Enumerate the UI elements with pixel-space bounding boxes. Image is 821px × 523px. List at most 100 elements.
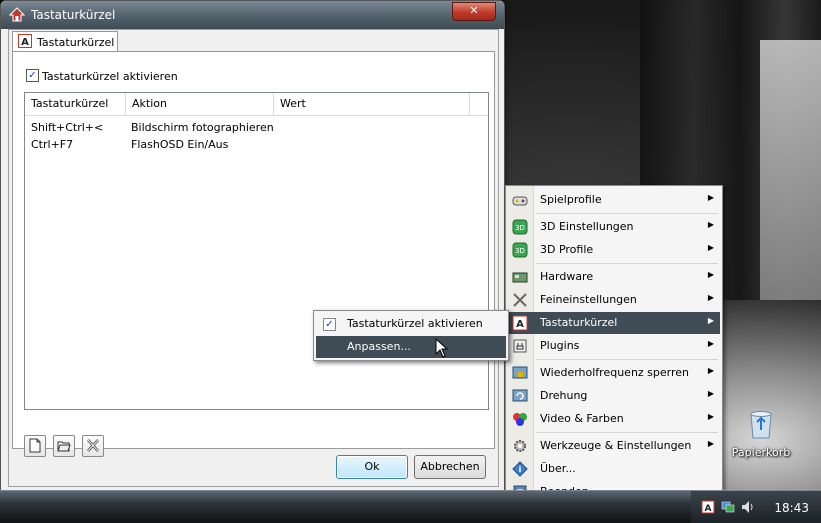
menu-item-label: Hardware (540, 270, 594, 283)
svg-text:3D: 3D (515, 247, 525, 255)
menu-separator (536, 359, 718, 360)
delete-icon (87, 439, 99, 452)
menu-separator (536, 213, 718, 214)
menu-item-feineinstellungen[interactable]: Feineinstellungen ▶ (508, 289, 720, 311)
submenu-arrow-icon: ▶ (707, 220, 714, 229)
system-tray: A 18:43 (691, 491, 821, 523)
hardware-icon (512, 272, 528, 283)
gamepad-icon (512, 196, 528, 206)
svg-text:3D: 3D (515, 224, 525, 232)
app-icon (9, 7, 25, 22)
menu-item-3d-profile[interactable]: 3D 3D Profile ▶ (508, 239, 720, 261)
svg-text:A: A (705, 504, 712, 514)
submenu-item-customize[interactable]: Anpassen... (316, 336, 506, 358)
cell-shortcut: Ctrl+F7 (31, 138, 74, 151)
mouse-cursor-icon (435, 338, 449, 358)
enable-shortcuts-label[interactable]: Tastaturkürzel aktivieren (42, 70, 178, 83)
shortcut-submenu: ✓ Tastaturkürzel aktivieren Anpassen... (313, 310, 509, 361)
window-title: Tastaturkürzel (31, 8, 116, 22)
taskbar: A 18:43 (0, 490, 821, 523)
3d-icon: 3D (512, 219, 528, 235)
submenu-arrow-icon: ▶ (707, 316, 714, 325)
ok-button[interactable]: Ok (336, 455, 408, 479)
svg-text:A: A (21, 37, 29, 48)
open-button[interactable] (53, 435, 75, 457)
network-icon[interactable] (721, 500, 735, 514)
3d-profile-icon: 3D (512, 242, 528, 258)
svg-text:A: A (516, 319, 524, 330)
menu-item-label: Tastaturkürzel (540, 316, 618, 329)
menu-item-label: 3D Einstellungen (540, 220, 634, 233)
menu-item-ueber[interactable]: i Über... (508, 458, 720, 480)
close-button[interactable]: ✕ (452, 2, 496, 21)
tab-page: ✓ Tastaturkürzel aktivieren Tastaturkürz… (12, 51, 495, 457)
shortcuts-window: Tastaturkürzel ✕ A Tastaturkürzel ✓ Tast… (0, 0, 505, 492)
refresh-lock-icon (512, 366, 528, 379)
info-icon: i (512, 461, 528, 477)
open-folder-icon (57, 441, 71, 452)
check-icon: ✓ (323, 318, 336, 331)
shortcut-list[interactable]: Tastaturkürzel Aktion Wert Shift+Ctrl+< … (24, 92, 489, 410)
window-titlebar[interactable]: Tastaturkürzel ✕ (1, 1, 504, 29)
tray-context-menu: Spielprofile ▶ 3D 3D Einstellungen ▶ 3D … (505, 185, 723, 506)
menu-item-tastaturkuerzel[interactable]: A Tastaturkürzel ▶ (508, 312, 720, 334)
rotation-icon (512, 389, 528, 402)
tab-label: Tastaturkürzel (37, 36, 115, 49)
gear-icon (514, 440, 526, 452)
menu-item-label: Werkzeuge & Einstellungen (540, 439, 692, 452)
submenu-item-enable-shortcuts[interactable]: ✓ Tastaturkürzel aktivieren (316, 313, 506, 335)
submenu-arrow-icon: ▶ (707, 339, 714, 348)
column-header-value[interactable]: Wert (274, 93, 470, 115)
window-client: A Tastaturkürzel ✓ Tastaturkürzel aktivi… (8, 29, 499, 487)
menu-item-video-farben[interactable]: Video & Farben ▶ (508, 408, 720, 430)
submenu-arrow-icon: ▶ (707, 193, 714, 202)
submenu-arrow-icon: ▶ (707, 439, 714, 448)
menu-item-label: Über... (540, 462, 576, 475)
submenu-arrow-icon: ▶ (707, 412, 714, 421)
keyboard-shortcut-icon: A (512, 315, 528, 331)
menu-item-spielprofile[interactable]: Spielprofile ▶ (508, 189, 720, 211)
menu-item-hardware[interactable]: Hardware ▶ (508, 266, 720, 288)
submenu-arrow-icon: ▶ (707, 389, 714, 398)
new-document-icon (29, 438, 41, 453)
menu-item-werkzeuge[interactable]: Werkzeuge & Einstellungen ▶ (508, 435, 720, 457)
menu-item-label: Video & Farben (540, 412, 624, 425)
new-button[interactable] (24, 435, 46, 457)
submenu-arrow-icon: ▶ (707, 270, 714, 279)
tab-shortcuts[interactable]: A Tastaturkürzel (12, 31, 118, 52)
taskbar-clock[interactable]: 18:43 (774, 501, 809, 515)
recycle-bin-label[interactable]: Papierkorb (729, 446, 793, 459)
table-row[interactable]: Shift+Ctrl+< Bildschirm fotographieren (25, 119, 488, 136)
menu-item-label: Plugins (540, 339, 580, 352)
submenu-arrow-icon: ▶ (707, 293, 714, 302)
menu-item-label: 3D Profile (540, 243, 594, 256)
plugin-icon (513, 339, 527, 353)
recycle-bin-icon[interactable] (746, 408, 776, 440)
color-circles-icon (513, 413, 527, 426)
submenu-arrow-icon: ▶ (707, 243, 714, 252)
volume-icon[interactable] (741, 500, 755, 514)
menu-item-plugins[interactable]: Plugins ▶ (508, 335, 720, 357)
column-header-shortcut[interactable]: Tastaturkürzel (25, 93, 126, 115)
enable-shortcuts-checkbox[interactable]: ✓ (26, 69, 39, 82)
table-row[interactable]: Ctrl+F7 FlashOSD Ein/Aus (25, 136, 488, 153)
menu-item-label: Spielprofile (540, 193, 602, 206)
svg-text:i: i (519, 465, 522, 474)
keyboard-shortcut-icon: A (18, 34, 32, 48)
menu-item-drehung[interactable]: Drehung ▶ (508, 385, 720, 407)
desktop-background-window (760, 40, 821, 300)
column-header-action[interactable]: Aktion (126, 93, 274, 115)
cancel-button[interactable]: Abbrechen (414, 455, 486, 479)
submenu-item-label: Tastaturkürzel aktivieren (347, 317, 483, 330)
cell-shortcut: Shift+Ctrl+< (31, 121, 104, 134)
cell-action: Bildschirm fotographieren (131, 121, 274, 134)
menu-item-label: Wiederholfrequenz sperren (540, 366, 690, 379)
keyboard-shortcut-icon[interactable]: A (701, 500, 715, 514)
delete-button[interactable] (82, 435, 104, 457)
submenu-arrow-icon: ▶ (707, 366, 714, 375)
menu-item-label: Feineinstellungen (540, 293, 637, 306)
submenu-item-label: Anpassen... (347, 340, 411, 353)
menu-item-3d-einstellungen[interactable]: 3D 3D Einstellungen ▶ (508, 216, 720, 238)
menu-separator (536, 263, 718, 264)
menu-item-wiederholfrequenz[interactable]: Wiederholfrequenz sperren ▶ (508, 362, 720, 384)
